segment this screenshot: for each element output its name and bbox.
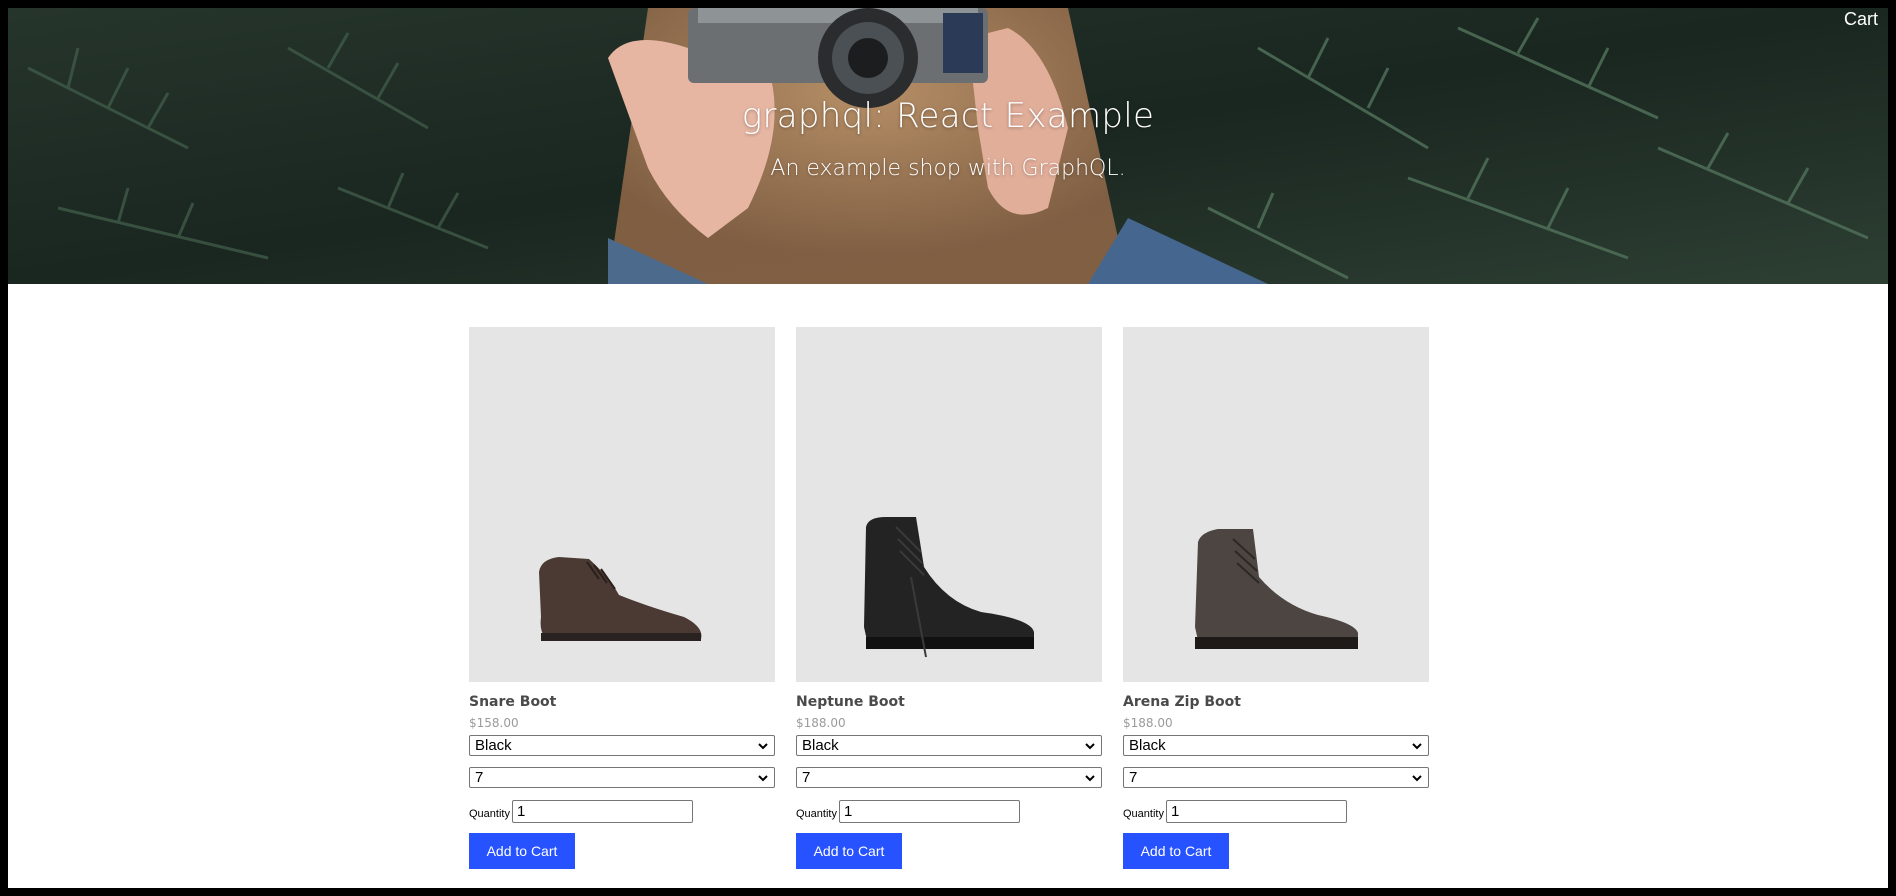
size-select-value: 7 [1129,769,1138,786]
boot-image [864,517,1034,658]
color-select-value: Black [475,737,512,754]
add-to-cart-button[interactable]: Add to Cart [796,833,902,869]
product-price: $188.00 [796,716,846,730]
quantity-label: Quantity [469,808,510,820]
quantity-label: Quantity [1123,808,1164,820]
product-title[interactable]: Arena Zip Boot [1123,694,1241,710]
product-price: $188.00 [1123,716,1173,730]
chevron-down-icon [1085,743,1095,750]
cart-link[interactable]: Cart [1844,9,1878,30]
add-to-cart-button[interactable]: Add to Cart [469,833,575,869]
size-select[interactable]: 7 [796,767,1102,788]
page-subtitle: An example shop with GraphQL. [770,156,1126,181]
color-select-value: Black [802,737,839,754]
chevron-down-icon [758,743,768,750]
size-select[interactable]: 7 [1123,767,1429,788]
color-select-value: Black [1129,737,1166,754]
boot-image [539,557,702,641]
product-image[interactable] [469,327,775,682]
product-title[interactable]: Snare Boot [469,694,556,710]
browser-frame: graphql: React Example An example shop w… [0,0,1896,896]
chevron-down-icon [1412,743,1422,750]
hero-background-image [8,8,1888,284]
color-select[interactable]: Black [469,735,775,756]
quantity-input[interactable]: 1 [839,800,1020,823]
hero-banner: graphql: React Example An example shop w… [8,8,1888,284]
quantity-input[interactable]: 1 [512,800,693,823]
color-select[interactable]: Black [1123,735,1429,756]
quantity-input[interactable]: 1 [1166,800,1347,823]
boot-image [1195,529,1358,649]
chevron-down-icon [1412,775,1422,782]
product-price: $158.00 [469,716,519,730]
product-image[interactable] [796,327,1102,682]
color-select[interactable]: Black [796,735,1102,756]
size-select[interactable]: 7 [469,767,775,788]
add-to-cart-button[interactable]: Add to Cart [1123,833,1229,869]
product-title[interactable]: Neptune Boot [796,694,905,710]
page-viewport: graphql: React Example An example shop w… [8,8,1888,888]
product-image[interactable] [1123,327,1429,682]
page-title: graphql: React Example [741,96,1155,136]
chevron-down-icon [758,775,768,782]
chevron-down-icon [1085,775,1095,782]
quantity-label: Quantity [796,808,837,820]
size-select-value: 7 [802,769,811,786]
size-select-value: 7 [475,769,484,786]
